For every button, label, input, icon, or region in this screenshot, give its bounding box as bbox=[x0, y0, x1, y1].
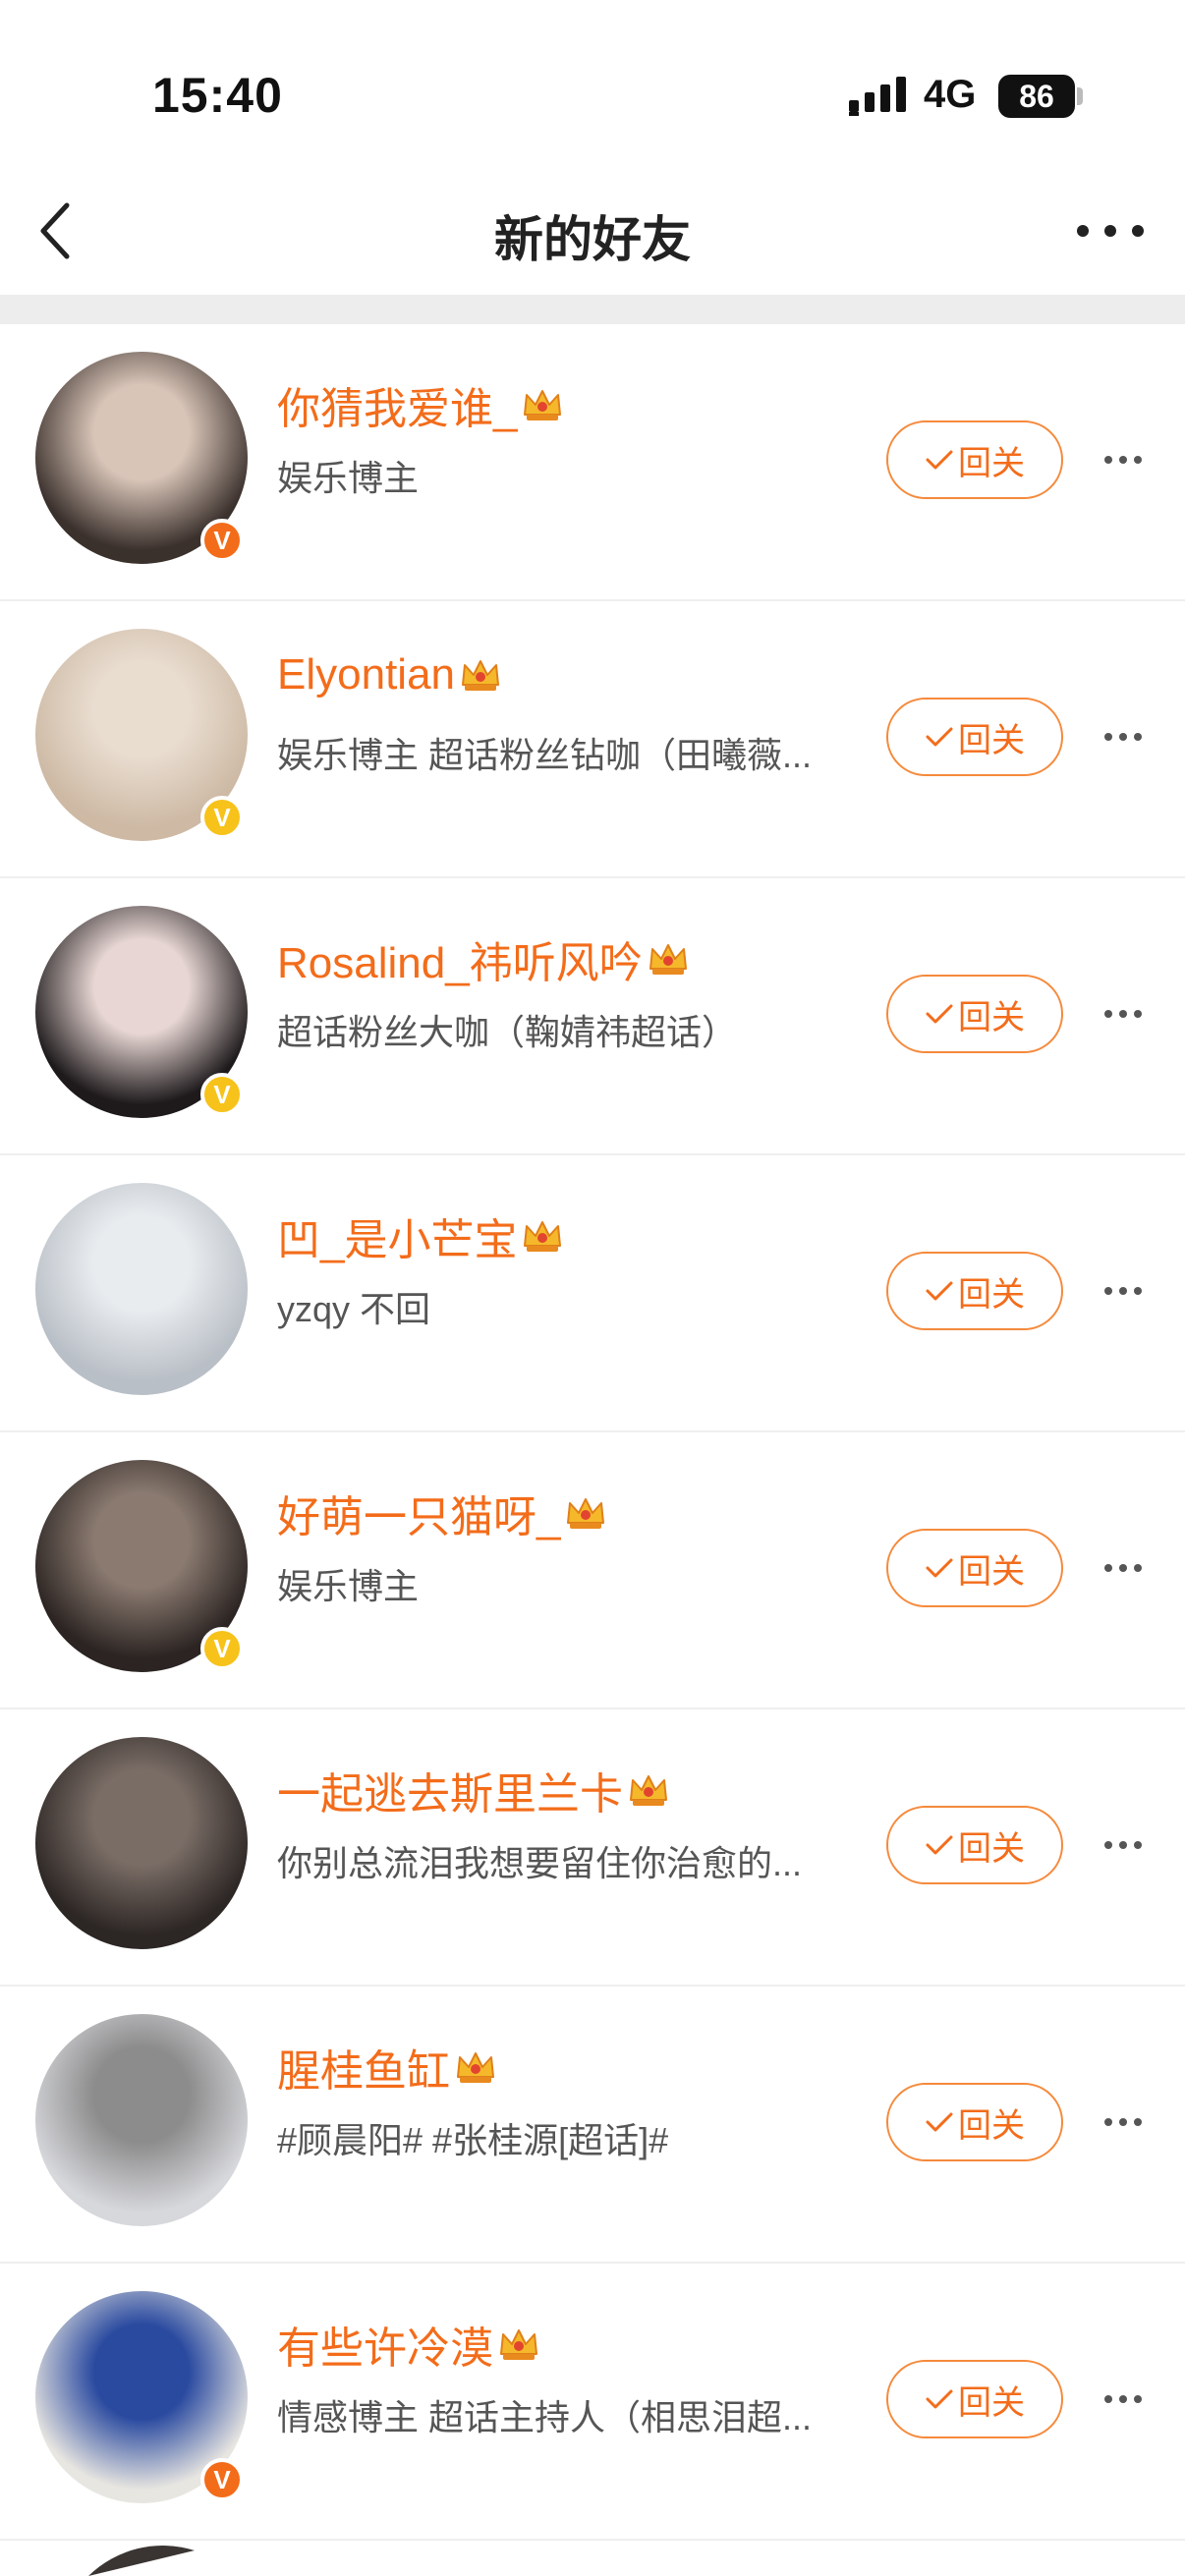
follow-back-label: 回关 bbox=[958, 721, 1025, 759]
user-name[interactable]: 好萌一只猫呀_ bbox=[277, 1482, 560, 1544]
user-description: 情感博主 超话主持人（相思泪超... bbox=[277, 2397, 813, 2437]
check-icon bbox=[926, 1281, 953, 1301]
follow-back-label: 回关 bbox=[958, 2383, 1025, 2422]
list-item[interactable]: V Elyontian 娱乐博主 超话粉丝钻咖（田曦薇... 回关 bbox=[0, 601, 1185, 878]
verified-badge: V bbox=[200, 796, 244, 839]
network-type: 4G bbox=[924, 73, 977, 116]
status-time: 15:40 bbox=[152, 68, 283, 123]
verified-badge: V bbox=[200, 519, 244, 562]
list-item[interactable]: 一起逃去斯里兰卡 你别总流泪我想要留住你治愈的... 回关 bbox=[0, 1709, 1185, 1987]
follow-back-label: 回关 bbox=[958, 1275, 1025, 1314]
user-name[interactable]: 凹_是小芒宝 bbox=[277, 1204, 517, 1267]
follow-back-button[interactable]: 回关 bbox=[886, 698, 1063, 776]
row-more-button[interactable] bbox=[1099, 1825, 1148, 1865]
check-icon bbox=[926, 1558, 953, 1578]
section-divider bbox=[0, 295, 1185, 324]
user-name[interactable]: 有些许冷漠 bbox=[277, 2313, 493, 2376]
follow-back-button[interactable]: 回关 bbox=[886, 1806, 1063, 1884]
follow-back-label: 回关 bbox=[958, 998, 1025, 1036]
crown-icon bbox=[500, 2329, 537, 2360]
follow-back-button[interactable]: 回关 bbox=[886, 975, 1063, 1053]
more-horizontal-icon bbox=[1104, 733, 1142, 741]
next-list-item-peek bbox=[0, 2541, 1185, 2576]
more-horizontal-icon bbox=[1104, 1564, 1142, 1572]
more-horizontal-icon bbox=[1104, 1841, 1142, 1849]
check-icon bbox=[926, 450, 953, 470]
row-more-button[interactable] bbox=[1099, 2380, 1148, 2419]
signal-icon bbox=[849, 77, 906, 116]
more-horizontal-icon bbox=[1077, 225, 1144, 237]
follow-back-button[interactable]: 回关 bbox=[886, 420, 1063, 499]
crown-icon bbox=[457, 2052, 494, 2083]
follow-back-label: 回关 bbox=[958, 444, 1025, 482]
crown-icon bbox=[630, 1775, 667, 1806]
follow-back-label: 回关 bbox=[958, 2106, 1025, 2145]
verified-badge: V bbox=[200, 1627, 244, 1670]
follow-back-button[interactable]: 回关 bbox=[886, 2083, 1063, 2161]
more-horizontal-icon bbox=[1104, 456, 1142, 464]
new-friends-list: V 你猜我爱谁_ 娱乐博主 回关 V Elyontian 娱乐博主 超话粉丝钻咖… bbox=[0, 324, 1185, 2541]
user-description: #顾晨阳# #张桂源[超话]# bbox=[277, 2120, 669, 2160]
more-horizontal-icon bbox=[1104, 2395, 1142, 2403]
row-more-button[interactable] bbox=[1099, 717, 1148, 756]
more-options-button[interactable] bbox=[1071, 206, 1150, 255]
battery-level: 86 bbox=[998, 75, 1075, 118]
nav-bar: 新的好友 bbox=[0, 157, 1185, 295]
row-more-button[interactable] bbox=[1099, 1271, 1148, 1311]
more-horizontal-icon bbox=[1104, 1287, 1142, 1295]
list-item[interactable]: V 好萌一只猫呀_ 娱乐博主 回关 bbox=[0, 1432, 1185, 1709]
verified-badge: V bbox=[200, 1073, 244, 1116]
row-more-button[interactable] bbox=[1099, 2102, 1148, 2142]
list-item[interactable]: V 有些许冷漠 情感博主 超话主持人（相思泪超... 回关 bbox=[0, 2264, 1185, 2541]
user-description: 娱乐博主 bbox=[277, 458, 420, 498]
page-title: 新的好友 bbox=[494, 212, 691, 267]
avatar[interactable] bbox=[35, 2014, 248, 2226]
avatar-peek bbox=[88, 2546, 195, 2576]
user-description: yzqy 不回 bbox=[277, 1289, 431, 1329]
row-more-button[interactable] bbox=[1099, 440, 1148, 479]
user-description: 娱乐博主 超话粉丝钻咖（田曦薇... bbox=[277, 735, 813, 775]
check-icon bbox=[926, 1004, 953, 1024]
user-description: 超话粉丝大咖（鞠婧祎超话） bbox=[277, 1012, 738, 1052]
crown-icon bbox=[649, 944, 687, 975]
avatar[interactable] bbox=[35, 1737, 248, 1949]
check-icon bbox=[926, 2389, 953, 2409]
user-name[interactable]: Elyontian bbox=[277, 650, 455, 700]
follow-back-button[interactable]: 回关 bbox=[886, 1252, 1063, 1330]
crown-icon bbox=[567, 1498, 605, 1529]
battery-tip bbox=[1077, 87, 1083, 105]
user-name[interactable]: 腥桂鱼缸 bbox=[277, 2036, 450, 2099]
follow-back-button[interactable]: 回关 bbox=[886, 1529, 1063, 1607]
list-item[interactable]: V Rosalind_祎听风吟 超话粉丝大咖（鞠婧祎超话） 回关 bbox=[0, 878, 1185, 1155]
user-description: 你别总流泪我想要留住你治愈的... bbox=[277, 1843, 803, 1883]
crown-icon bbox=[524, 390, 562, 420]
crown-icon bbox=[462, 660, 500, 691]
list-item[interactable]: 腥桂鱼缸 #顾晨阳# #张桂源[超话]# 回关 bbox=[0, 1987, 1185, 2264]
check-icon bbox=[926, 727, 953, 747]
user-description: 娱乐博主 bbox=[277, 1566, 420, 1606]
follow-back-label: 回关 bbox=[958, 1552, 1025, 1591]
follow-back-label: 回关 bbox=[958, 1829, 1025, 1868]
crown-icon bbox=[524, 1221, 562, 1252]
list-item[interactable]: V 你猜我爱谁_ 娱乐博主 回关 bbox=[0, 324, 1185, 601]
check-icon bbox=[926, 2112, 953, 2132]
row-more-button[interactable] bbox=[1099, 994, 1148, 1034]
user-name[interactable]: 一起逃去斯里兰卡 bbox=[277, 1759, 623, 1821]
user-name[interactable]: Rosalind_祎听风吟 bbox=[277, 927, 643, 990]
verified-badge: V bbox=[200, 2458, 244, 2501]
avatar[interactable] bbox=[35, 1183, 248, 1395]
status-bar: 15:40 4G 86 bbox=[0, 0, 1185, 147]
list-item[interactable]: 凹_是小芒宝 yzqy 不回 回关 bbox=[0, 1155, 1185, 1432]
user-name[interactable]: 你猜我爱谁_ bbox=[277, 373, 517, 436]
more-horizontal-icon bbox=[1104, 2118, 1142, 2126]
row-more-button[interactable] bbox=[1099, 1548, 1148, 1588]
follow-back-button[interactable]: 回关 bbox=[886, 2360, 1063, 2438]
check-icon bbox=[926, 1835, 953, 1855]
more-horizontal-icon bbox=[1104, 1010, 1142, 1018]
